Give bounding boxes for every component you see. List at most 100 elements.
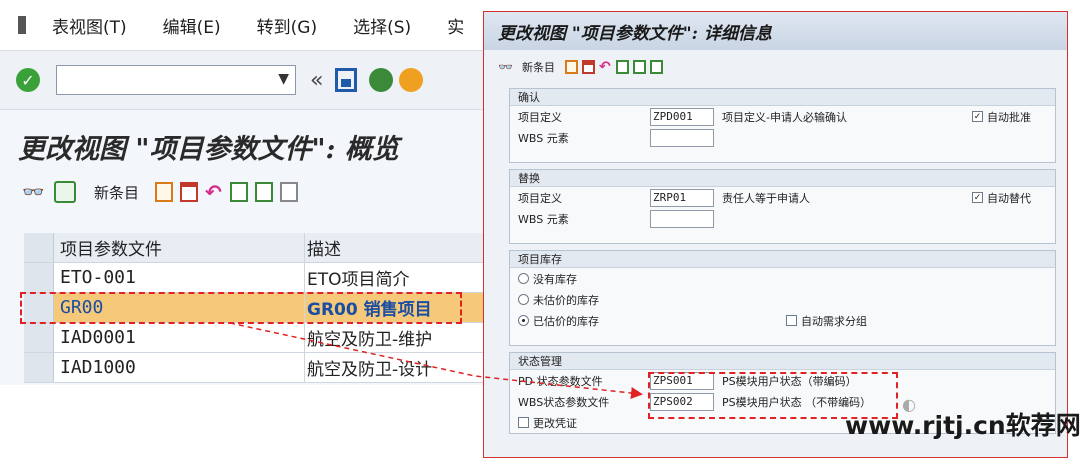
wbs-subst-input[interactable] <box>650 209 714 228</box>
page-title: 更改视图 "项目参数文件": 概览 <box>18 134 399 165</box>
field-description: 责任人等于申请人 <box>722 191 810 205</box>
undo-icon[interactable]: ↶ <box>599 60 612 74</box>
table-row[interactable]: IAD0001 航空及防卫-维护 <box>24 323 490 353</box>
menu-bar: 表视图(T) 编辑(E) 转到(G) 选择(S) 实 <box>0 0 490 50</box>
group-title: 确认 <box>510 89 1055 106</box>
copy-icon[interactable] <box>565 60 578 74</box>
radio-row[interactable]: 没有库存 <box>510 268 1055 289</box>
field-row: WBS 元素 <box>510 127 1055 148</box>
project-def-confirm-input[interactable]: ZPD001 <box>650 107 714 126</box>
group-title: 项目库存 <box>510 251 1055 268</box>
other-entry-icon[interactable] <box>650 60 663 74</box>
back-icon[interactable] <box>369 68 394 92</box>
radio-nonvaluated-stock[interactable] <box>518 294 529 305</box>
checkbox-label: 自动替代 <box>987 191 1031 205</box>
exit-round-icon[interactable] <box>399 68 424 92</box>
field-row: WBS 元素 <box>510 208 1055 229</box>
field-row: 项目定义 ZRP01 责任人等于申请人 ✓ 自动替代 <box>510 187 1055 208</box>
command-input[interactable] <box>57 66 257 94</box>
group-confirm: 确认 项目定义 ZPD001 项目定义-申请人必输确认 ✓ 自动批准 WBS 元… <box>509 88 1056 163</box>
enter-check-icon[interactable]: ✓ <box>16 68 40 92</box>
back-arrows-icon[interactable]: « <box>310 68 323 93</box>
command-field[interactable]: ▼ <box>56 65 296 95</box>
copy-icon[interactable] <box>155 182 174 202</box>
group-title: 替换 <box>510 170 1055 187</box>
row-selector[interactable] <box>24 323 54 352</box>
radio-label: 未估价的库存 <box>533 293 599 307</box>
checkbox-label: 自动需求分组 <box>801 314 867 328</box>
group-project-stock: 项目库存 没有库存 未估价的库存 已估价的库存 自动需求分组 <box>509 250 1056 346</box>
field-row: 项目定义 ZPD001 项目定义-申请人必输确认 ✓ 自动批准 <box>510 106 1055 127</box>
column-header-profile[interactable]: 项目参数文件 <box>54 235 304 260</box>
profile-id: IAD1000 <box>60 357 136 378</box>
deselect-all-icon[interactable] <box>280 182 299 202</box>
select-all-cell[interactable] <box>24 233 54 262</box>
radio-no-stock[interactable] <box>518 273 529 284</box>
popup-toolbar: 👓 新条目 ↶ <box>484 50 1067 84</box>
system-toolbar: ✓ ▼ « <box>0 50 490 110</box>
application-toolbar: 👓 新条目 ↶ <box>22 176 305 208</box>
field-label: 项目定义 <box>518 110 562 124</box>
profile-id: ETO-001 <box>60 267 136 288</box>
table-row[interactable]: ETO-001 ETO项目简介 <box>24 263 490 293</box>
menu-utilities[interactable]: 实 <box>447 13 464 38</box>
field-label: WBS 元素 <box>518 212 569 226</box>
highlight-box-selected-row <box>20 292 462 324</box>
dropdown-arrow-icon[interactable]: ▼ <box>278 71 289 87</box>
radio-row[interactable]: 已估价的库存 自动需求分组 <box>510 310 1055 331</box>
undo-icon[interactable]: ↶ <box>205 182 223 202</box>
prev-entry-icon[interactable] <box>616 60 629 74</box>
checkbox-label: 自动批准 <box>987 110 1031 124</box>
select-all-icon[interactable] <box>230 182 249 202</box>
auto-req-grouping-checkbox[interactable]: 自动需求分组 <box>786 313 867 329</box>
group-substitution: 替换 项目定义 ZRP01 责任人等于申请人 ✓ 自动替代 WBS 元素 <box>509 169 1056 244</box>
display-change-icon[interactable]: 👓 <box>498 60 514 74</box>
new-entries-button[interactable]: 新条目 <box>94 182 139 203</box>
select-block-icon[interactable] <box>255 182 274 202</box>
table-header: 项目参数文件 描述 <box>24 233 490 263</box>
profile-id: IAD0001 <box>60 327 136 348</box>
profile-desc: 航空及防卫-维护 <box>304 323 490 352</box>
auto-substitute-checkbox[interactable]: ✓ 自动替代 <box>972 190 1031 206</box>
field-description: 项目定义-申请人必输确认 <box>722 110 847 124</box>
main-window: 表视图(T) 编辑(E) 转到(G) 选择(S) 实 ✓ ▼ « 更改视图 "项… <box>0 0 490 385</box>
site-watermark: www.rjtj.cn软荐网 <box>845 411 1080 440</box>
checkbox-box[interactable] <box>518 417 529 428</box>
menu-edit[interactable]: 编辑(E) <box>163 13 221 38</box>
checkbox-box[interactable]: ✓ <box>972 192 983 203</box>
exit-icon[interactable] <box>18 16 26 34</box>
checkbox-box[interactable] <box>786 315 797 326</box>
delete-icon[interactable] <box>180 182 199 202</box>
field-label: WBS 元素 <box>518 131 569 145</box>
radio-label: 没有库存 <box>533 272 577 286</box>
new-entries-button[interactable]: 新条目 <box>522 59 555 75</box>
project-def-subst-input[interactable]: ZRP01 <box>650 188 714 207</box>
menu-table-view[interactable]: 表视图(T) <box>52 13 127 38</box>
checkbox-box[interactable]: ✓ <box>972 111 983 122</box>
menu-select[interactable]: 选择(S) <box>353 13 411 38</box>
auto-approve-checkbox[interactable]: ✓ 自动批准 <box>972 109 1031 125</box>
wbs-confirm-input[interactable] <box>650 128 714 147</box>
column-header-description[interactable]: 描述 <box>304 233 490 262</box>
display-change-icon[interactable]: 👓 <box>22 182 46 203</box>
save-icon[interactable] <box>335 68 358 92</box>
change-documents-checkbox[interactable]: 更改凭证 <box>510 415 577 431</box>
next-entry-icon[interactable] <box>633 60 646 74</box>
delete-icon[interactable] <box>582 60 595 74</box>
radio-valuated-stock[interactable] <box>518 315 529 326</box>
row-selector[interactable] <box>24 263 54 292</box>
details-icon[interactable] <box>54 181 76 203</box>
radio-row[interactable]: 未估价的库存 <box>510 289 1055 310</box>
group-title: 状态管理 <box>510 353 1055 370</box>
field-label: 项目定义 <box>518 191 562 205</box>
field-label: PD 状态参数文件 <box>518 374 603 388</box>
row-selector[interactable] <box>24 353 54 382</box>
field-label: WBS状态参数文件 <box>518 395 610 409</box>
radio-label: 已估价的库存 <box>533 314 599 328</box>
checkbox-label: 更改凭证 <box>533 416 577 430</box>
table-row[interactable]: IAD1000 航空及防卫-设计 <box>24 353 490 383</box>
profile-desc: ETO项目简介 <box>304 263 490 292</box>
menu-goto[interactable]: 转到(G) <box>257 13 317 38</box>
